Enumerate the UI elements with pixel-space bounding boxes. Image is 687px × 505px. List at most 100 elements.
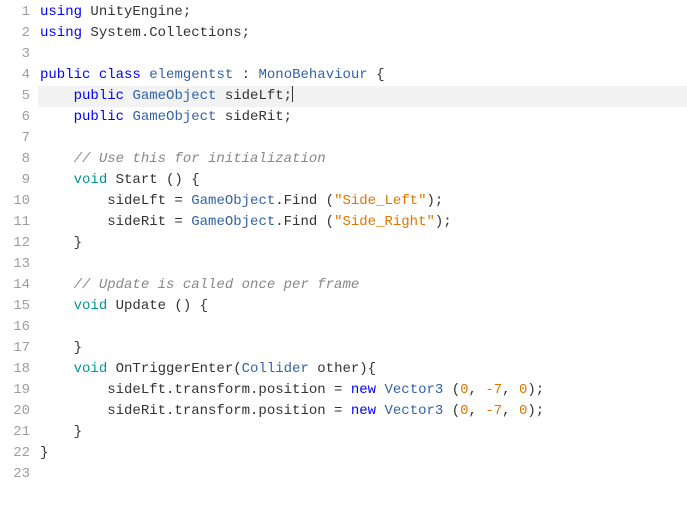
- token-comment: // Update is called once per frame: [74, 277, 360, 293]
- token-type: Collider: [242, 361, 309, 377]
- token-type: Vector3: [384, 382, 443, 398]
- token-punct: }: [40, 445, 48, 461]
- token-punct: [40, 88, 74, 104]
- token-punct: [40, 298, 74, 314]
- token-punct: );: [527, 382, 544, 398]
- line-number: 13: [4, 254, 30, 275]
- line-number: 14: [4, 275, 30, 296]
- code-line[interactable]: }: [38, 233, 687, 254]
- token-punct: );: [435, 214, 452, 230]
- token-punct: Start () {: [107, 172, 199, 188]
- line-number: 1: [4, 2, 30, 23]
- code-area[interactable]: using UnityEngine;using System.Collectio…: [38, 0, 687, 505]
- token-punct: (: [443, 382, 460, 398]
- token-num: 0: [460, 403, 468, 419]
- token-punct: ;: [183, 4, 191, 20]
- line-number: 10: [4, 191, 30, 212]
- token-type: GameObject: [132, 109, 216, 125]
- token-punct: Update () {: [107, 298, 208, 314]
- line-number: 5: [4, 86, 30, 107]
- token-comment: // Use this for initialization: [74, 151, 326, 167]
- line-number: 15: [4, 296, 30, 317]
- code-line[interactable]: // Use this for initialization: [38, 149, 687, 170]
- token-kw-teal: void: [74, 361, 108, 377]
- token-punct: sideRit;: [216, 109, 292, 125]
- token-kw-blue: public: [40, 67, 90, 83]
- token-punct: }: [40, 424, 82, 440]
- line-number: 8: [4, 149, 30, 170]
- code-line[interactable]: }: [38, 443, 687, 464]
- line-number: 3: [4, 44, 30, 65]
- code-line[interactable]: [38, 254, 687, 275]
- code-line[interactable]: [38, 44, 687, 65]
- token-kw-blue: public: [74, 88, 124, 104]
- token-punct: ,: [469, 403, 486, 419]
- code-line[interactable]: public class elemgentst : MonoBehaviour …: [38, 65, 687, 86]
- token-type: GameObject: [191, 193, 275, 209]
- token-punct: sideRit.transform.position =: [40, 403, 351, 419]
- code-line[interactable]: [38, 464, 687, 485]
- token-kw-blue: public: [74, 109, 124, 125]
- token-punct: }: [40, 340, 82, 356]
- code-line[interactable]: void Start () {: [38, 170, 687, 191]
- token-punct: sideLft.transform.position =: [40, 382, 351, 398]
- token-str: "Side_Left": [334, 193, 426, 209]
- code-line[interactable]: void OnTriggerEnter(Collider other){: [38, 359, 687, 380]
- token-punct: );: [426, 193, 443, 209]
- code-line[interactable]: sideRit.transform.position = new Vector3…: [38, 401, 687, 422]
- token-punct: [40, 361, 74, 377]
- token-punct: ,: [502, 382, 519, 398]
- token-punct: sideRit =: [40, 214, 191, 230]
- code-line[interactable]: using UnityEngine;: [38, 2, 687, 23]
- code-line[interactable]: [38, 317, 687, 338]
- token-kw-blue: using: [40, 25, 82, 41]
- token-num: -7: [485, 382, 502, 398]
- token-punct: (: [443, 403, 460, 419]
- token-punct: [40, 172, 74, 188]
- token-kw-teal: void: [74, 172, 108, 188]
- line-number: 12: [4, 233, 30, 254]
- code-line[interactable]: void Update () {: [38, 296, 687, 317]
- line-number: 20: [4, 401, 30, 422]
- line-number: 17: [4, 338, 30, 359]
- line-number: 16: [4, 317, 30, 338]
- token-str: "Side_Right": [334, 214, 435, 230]
- token-type: GameObject: [191, 214, 275, 230]
- code-line[interactable]: using System.Collections;: [38, 23, 687, 44]
- token-punct: [40, 109, 74, 125]
- line-number: 7: [4, 128, 30, 149]
- token-kw-blue: new: [351, 403, 376, 419]
- code-line[interactable]: [38, 128, 687, 149]
- code-line[interactable]: sideRit = GameObject.Find ("Side_Right")…: [38, 212, 687, 233]
- line-number: 6: [4, 107, 30, 128]
- token-num: -7: [485, 403, 502, 419]
- token-punct: .Find (: [275, 214, 334, 230]
- token-punct: ,: [502, 403, 519, 419]
- code-line[interactable]: public GameObject sideRit;: [38, 107, 687, 128]
- line-number: 23: [4, 464, 30, 485]
- line-number: 21: [4, 422, 30, 443]
- code-line[interactable]: // Update is called once per frame: [38, 275, 687, 296]
- token-punct: :: [233, 67, 258, 83]
- line-number: 22: [4, 443, 30, 464]
- token-punct: [40, 151, 74, 167]
- token-punct: [141, 67, 149, 83]
- line-number: 19: [4, 380, 30, 401]
- token-punct: Collections: [149, 25, 241, 41]
- token-punct: [40, 277, 74, 293]
- line-number: 2: [4, 23, 30, 44]
- token-kw-blue: new: [351, 382, 376, 398]
- code-line[interactable]: }: [38, 422, 687, 443]
- token-num: 0: [460, 382, 468, 398]
- token-type: Vector3: [384, 403, 443, 419]
- code-line[interactable]: sideLft.transform.position = new Vector3…: [38, 380, 687, 401]
- token-punct: other){: [309, 361, 376, 377]
- code-line[interactable]: sideLft = GameObject.Find ("Side_Left");: [38, 191, 687, 212]
- token-kw-blue: using: [40, 4, 82, 20]
- line-number: 9: [4, 170, 30, 191]
- code-line[interactable]: }: [38, 338, 687, 359]
- code-editor[interactable]: 1234567891011121314151617181920212223 us…: [0, 0, 687, 505]
- line-number: 4: [4, 65, 30, 86]
- line-number-gutter: 1234567891011121314151617181920212223: [0, 0, 38, 505]
- code-line[interactable]: public GameObject sideLft;: [38, 86, 687, 107]
